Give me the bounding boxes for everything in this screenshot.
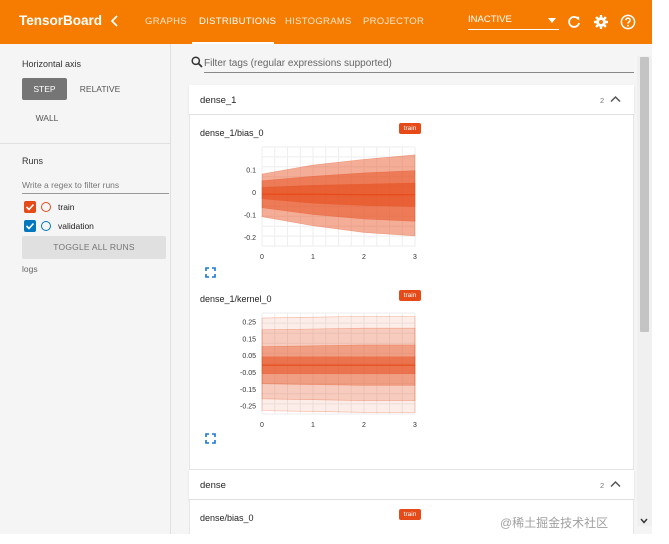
checkmark-icon (25, 203, 35, 211)
runs-title: Runs (22, 156, 44, 166)
tab-projector[interactable]: PROJECTOR (363, 16, 424, 27)
main-content: dense_1 2 dense_1/bias_0 train 0.1 0 -0.1 -… (171, 44, 652, 534)
run-label: validation (58, 221, 94, 231)
watermark: @稀土掘金技术社区 (500, 516, 609, 530)
x-tick-label: 0 (260, 254, 264, 261)
top-app-bar: TensorBoard GRAPHS DISTRIBUTIONS HISTOGR… (0, 0, 652, 44)
toggle-all-runs-button[interactable]: TOGGLE ALL RUNS (22, 236, 166, 259)
run-checkbox-validation[interactable] (24, 220, 36, 232)
chevron-up-icon[interactable] (610, 95, 621, 103)
y-tick-label: 0.15 (242, 336, 256, 343)
distribution-chart-dense-1-kernel: 0.25 0.15 0.05 -0.05 -0.15 -0.25 0 1 2 3 (240, 312, 417, 429)
x-tick-label: 3 (413, 254, 417, 261)
fullscreen-icon[interactable] (205, 267, 216, 278)
category-header-dense-1[interactable]: dense_1 2 (189, 85, 634, 115)
axis-step-button[interactable]: STEP (22, 78, 67, 100)
x-tick-label: 2 (362, 422, 366, 429)
run-checkbox-train[interactable] (24, 201, 36, 213)
category-header-dense[interactable]: dense 2 (189, 470, 634, 500)
runs-filter-input[interactable] (22, 176, 169, 194)
log-directory: logs (22, 264, 38, 274)
x-tick-label: 1 (311, 254, 315, 261)
distribution-chart-dense-1-bias: 0.1 0 -0.1 -0.2 0 1 2 3 (244, 146, 417, 261)
chevron-left-icon[interactable] (108, 13, 122, 29)
run-item-validation[interactable]: validation (24, 220, 154, 233)
category-name: dense_1 (200, 95, 237, 106)
select-value: INACTIVE (468, 14, 512, 25)
fullscreen-icon[interactable] (205, 433, 216, 444)
refresh-icon[interactable] (566, 14, 582, 30)
tab-histograms[interactable]: HISTOGRAMS (285, 16, 352, 27)
axis-relative-button[interactable]: RELATIVE (75, 78, 125, 100)
checkmark-icon (25, 222, 35, 230)
y-tick-label: 0.25 (242, 319, 256, 326)
sidebar: Horizontal axis STEP RELATIVE WALL Runs … (0, 44, 171, 534)
category-name: dense (200, 480, 226, 491)
run-badge: train (399, 123, 421, 134)
sidebar-divider (0, 143, 171, 144)
chart-title: dense_1/kernel_0 (200, 294, 272, 304)
run-color-indicator (41, 221, 51, 231)
y-tick-label: -0.15 (240, 387, 256, 394)
y-tick-label: -0.25 (240, 404, 256, 411)
horizontal-axis-title: Horizontal axis (22, 59, 82, 69)
app-title: TensorBoard (19, 13, 103, 28)
category-count: 2 (600, 481, 605, 490)
y-tick-label: -0.2 (244, 235, 256, 242)
run-badge: train (399, 509, 421, 520)
dropdown-caret-icon (548, 18, 556, 23)
tag-filter-input[interactable] (204, 55, 634, 73)
y-tick-label: -0.05 (240, 370, 256, 377)
run-color-indicator (41, 202, 51, 212)
category-count: 2 (600, 96, 605, 105)
search-icon (191, 56, 203, 68)
chart-title: dense_1/bias_0 (200, 128, 264, 138)
chart-title: dense/bias_0 (200, 513, 254, 523)
inactive-dashboards-select[interactable]: INACTIVE (468, 14, 559, 30)
tab-graphs[interactable]: GRAPHS (145, 16, 187, 27)
category-pane-dense-1: dense_1/bias_0 train 0.1 0 -0.1 -0.2 0 1 2 3 de… (189, 115, 634, 470)
y-tick-label: 0 (252, 190, 256, 197)
scroll-down-arrow-icon[interactable] (639, 516, 649, 526)
run-label: train (58, 202, 75, 212)
scrollbar-thumb[interactable] (640, 57, 649, 332)
x-tick-label: 0 (260, 422, 264, 429)
chevron-up-icon[interactable] (610, 480, 621, 488)
x-tick-label: 3 (413, 422, 417, 429)
tab-distributions[interactable]: DISTRIBUTIONS (199, 16, 276, 27)
y-tick-label: -0.1 (244, 213, 256, 220)
x-tick-label: 2 (362, 254, 366, 261)
run-item-train[interactable]: train (24, 201, 154, 214)
x-tick-label: 1 (311, 422, 315, 429)
axis-wall-button[interactable]: WALL (22, 107, 72, 129)
help-icon[interactable] (620, 14, 636, 30)
gear-icon[interactable] (593, 14, 609, 30)
y-tick-label: 0.05 (242, 353, 256, 360)
y-tick-label: 0.1 (246, 168, 256, 175)
run-badge: train (399, 290, 421, 301)
